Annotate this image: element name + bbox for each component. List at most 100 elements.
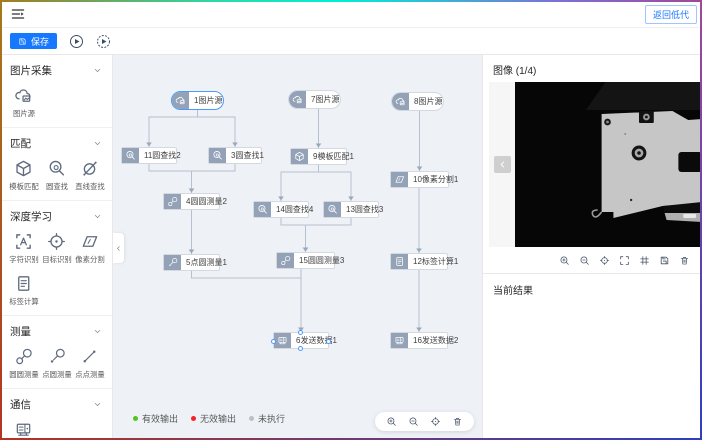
- edge-arrowhead: [416, 249, 422, 253]
- sidebar-section: 图片采集图片源: [0, 55, 112, 128]
- preview-image[interactable]: [515, 82, 702, 247]
- tool-item-直线查找[interactable]: 直线查找: [73, 159, 106, 192]
- crosshair-icon[interactable]: [599, 255, 610, 266]
- edge-arrowhead: [232, 143, 238, 147]
- segment-icon: [394, 174, 405, 185]
- edge-arrowhead: [417, 167, 423, 171]
- chev-down-icon: [93, 400, 102, 409]
- tool-item-label: 模板匹配: [9, 181, 38, 191]
- tool-item-字符识别[interactable]: 字符识别: [7, 232, 40, 265]
- flow-node-13圆查找3[interactable]: 13圆查找3: [323, 201, 379, 218]
- flow-node-11圆查找2[interactable]: 11圆查找2: [121, 147, 177, 164]
- tool-item-目标识别[interactable]: 目标识别: [40, 232, 73, 265]
- node-connection-handle[interactable]: [298, 330, 303, 335]
- node-connection-handle[interactable]: [298, 346, 303, 351]
- legend-dot: [133, 416, 138, 421]
- section-items: 圆圆测量点圆测量点点测量: [0, 345, 112, 382]
- save-icon[interactable]: [659, 255, 670, 266]
- flow-node-10像素分割1[interactable]: 10像素分割1: [390, 171, 449, 188]
- zoom-in-icon[interactable]: [386, 416, 397, 427]
- section-title: 测量: [10, 324, 31, 339]
- edge-arrowhead: [146, 143, 152, 147]
- zoom-out-icon[interactable]: [408, 416, 419, 427]
- section-header-匹配[interactable]: 匹配: [0, 128, 112, 157]
- flow-node-3圆查找1[interactable]: 3圆查找1: [208, 147, 262, 164]
- sidebar-collapse-handle[interactable]: [113, 233, 124, 263]
- tool-item-点圆测量[interactable]: 点圆测量: [40, 347, 73, 380]
- flow-node-14圆查找4[interactable]: 14圆查找4: [253, 201, 309, 218]
- edge-arrowhead: [189, 250, 195, 254]
- section-header-图片采集[interactable]: 图片采集: [0, 55, 112, 84]
- edge-arrowhead: [416, 328, 422, 332]
- line-find-icon: [80, 159, 99, 178]
- cube-icon: [14, 159, 33, 178]
- crosshair-icon[interactable]: [430, 416, 441, 427]
- flow-node-6发送数据1[interactable]: 6发送数据1: [273, 332, 329, 349]
- flow-node-16发送数据2[interactable]: 16发送数据2: [390, 332, 448, 349]
- flow-node-8图片源3[interactable]: 8图片源3: [391, 92, 444, 111]
- ocr-icon: [14, 232, 33, 251]
- zoom-in-icon[interactable]: [559, 255, 570, 266]
- node-connection-handle[interactable]: [326, 339, 331, 344]
- node-connection-handle[interactable]: [271, 339, 276, 344]
- save-button[interactable]: 保存: [10, 33, 57, 49]
- cloud-img-icon: [175, 95, 186, 106]
- tool-item-像素分割[interactable]: 像素分割: [73, 232, 106, 265]
- grid-icon[interactable]: [639, 255, 650, 266]
- image-panel-title: 图像 (1/4): [483, 55, 702, 82]
- save-label: 保存: [31, 35, 49, 48]
- sidebar-section: 匹配模板匹配圆查找直线查找: [0, 128, 112, 201]
- tool-item-标签计算[interactable]: 标签计算: [7, 274, 40, 307]
- tool-item-图片源[interactable]: 图片源: [7, 86, 40, 119]
- edge-arrowhead: [348, 197, 354, 201]
- tool-item-点点测量[interactable]: 点点测量: [73, 347, 106, 380]
- tool-item-label: 像素分割: [75, 254, 104, 264]
- zoom-out-icon[interactable]: [579, 255, 590, 266]
- flow-node-4圆圆测量2[interactable]: 4圆圆测量2: [163, 193, 220, 210]
- tool-item-圆查找[interactable]: 圆查找: [40, 159, 73, 192]
- pc-measure-icon: [47, 347, 66, 366]
- back-to-lowcode-button[interactable]: 返回低代: [645, 5, 697, 24]
- flow-node-9模板匹配1[interactable]: 9模板匹配1: [290, 148, 347, 165]
- tool-item-模板匹配[interactable]: 模板匹配: [7, 159, 40, 192]
- circle-find-icon: [257, 204, 268, 215]
- prev-image-button[interactable]: [494, 156, 511, 173]
- flow-node-7图片源2[interactable]: 7图片源2: [288, 90, 341, 109]
- pp-measure-icon: [80, 347, 99, 366]
- menu-icon[interactable]: [10, 6, 26, 22]
- tool-item-label: 圆查找: [45, 181, 67, 191]
- fullscreen-icon[interactable]: [619, 255, 630, 266]
- section-header-通信[interactable]: 通信: [0, 389, 112, 418]
- node-label: 10像素分割1: [408, 174, 463, 185]
- flow-node-15圆圆测量3[interactable]: 15圆圆测量3: [276, 252, 335, 269]
- section-items: [0, 418, 112, 438]
- top-bar: 返回低代: [0, 0, 702, 28]
- section-header-深度学习[interactable]: 深度学习: [0, 201, 112, 230]
- flow-node-12标签计算1[interactable]: 12标签计算1: [390, 253, 448, 270]
- flow-edge: [192, 164, 236, 193]
- node-label: 16发送数据2: [408, 335, 463, 346]
- flow-edge: [149, 164, 192, 193]
- status-legend: 有效输出无效输出未执行: [133, 412, 285, 425]
- tool-item-label: 标签计算: [9, 296, 38, 306]
- sidebar-section: 通信: [0, 389, 112, 438]
- section-header-测量[interactable]: 测量: [0, 316, 112, 345]
- trash-icon[interactable]: [452, 416, 463, 427]
- flow-edges: [113, 55, 482, 438]
- tool-item-tcp[interactable]: [7, 420, 40, 438]
- section-title: 深度学习: [10, 209, 52, 224]
- tool-item-圆圆测量[interactable]: 圆圆测量: [7, 347, 40, 380]
- trash-icon[interactable]: [679, 255, 690, 266]
- run-button[interactable]: [69, 34, 84, 49]
- node-icon-box: [392, 93, 409, 110]
- chev-down-icon: [93, 212, 102, 221]
- flow-node-5点圆测量1[interactable]: 5点圆测量1: [163, 254, 220, 271]
- flow-edge: [281, 165, 319, 201]
- node-icon-box: [391, 333, 408, 348]
- flow-node-1图片源1[interactable]: 1图片源1: [171, 91, 224, 110]
- node-icon-box: [291, 149, 308, 164]
- canvas-zoom-toolbar: [375, 412, 474, 431]
- run-step-button[interactable]: [96, 34, 111, 49]
- section-items: 模板匹配圆查找直线查找: [0, 157, 112, 194]
- flow-canvas[interactable]: 1图片源1 7图片源2 8图片源3 11圆查找2 3圆查找1 9模板匹配1 10像素分割1 4…: [113, 55, 482, 438]
